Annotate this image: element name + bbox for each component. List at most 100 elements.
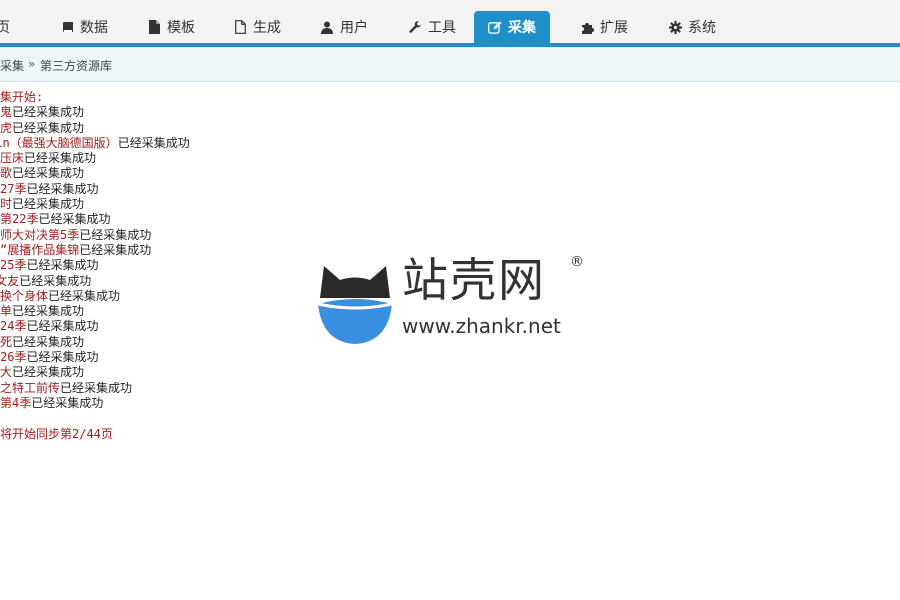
log-line: 第27季已经采集成功: [0, 182, 190, 197]
log-item-name: 第25季: [0, 258, 27, 273]
tab-users-label: 用户: [340, 20, 368, 36]
log-line: 老虎已经采集成功: [0, 121, 190, 136]
log-line: 简单已经采集成功: [0, 304, 190, 319]
log-line: 手之特工前传已经采集成功: [0, 381, 190, 396]
log-item-name: 简单: [0, 304, 13, 319]
log-item-status: 已经采集成功: [12, 334, 85, 349]
log-item-status: 已经采集成功: [12, 197, 85, 212]
tab-home-label: 首页: [0, 20, 10, 36]
log-item-status: 已经采集成功: [19, 273, 92, 288]
log-line: 行时已经采集成功: [0, 197, 190, 212]
watermark-brand: 站壳网: [402, 253, 546, 307]
watermark: 站壳网 www.zhankr.net ®: [316, 252, 596, 347]
log-item-name: ain（最强大脑德国版）: [0, 135, 118, 150]
log-item-name: 鬼压床: [0, 151, 25, 166]
log-gap: [0, 411, 190, 426]
edit-icon: [488, 20, 502, 34]
log-item-name: 之歌: [0, 166, 13, 181]
breadcrumb: 采集 » 第三方资源库: [0, 47, 900, 82]
log-line: 0女友已经采集成功: [0, 274, 190, 289]
log-line: 之死已经采集成功: [0, 335, 190, 350]
log-item-status: 已经采集成功: [26, 319, 99, 334]
log-line: 第25季已经采集成功: [0, 258, 190, 273]
log-item-status: 已经采集成功: [12, 105, 85, 120]
watermark-url: www.zhankr.net: [402, 314, 561, 338]
tab-tools-label: 工具: [428, 20, 456, 36]
log-line: 师第4季已经采集成功: [0, 396, 190, 411]
tab-system[interactable]: 系统: [668, 13, 716, 41]
log-item-status: 已经采集成功: [26, 350, 99, 365]
puzzle-icon: [580, 20, 594, 34]
log-item-name: 第27季: [0, 181, 27, 196]
user-icon: [320, 20, 334, 34]
log-footer: 即将开始同步第2/44页: [0, 426, 113, 441]
log-item-name: 老虎: [0, 120, 13, 135]
log-item-name: 师第4季: [0, 395, 32, 410]
log-item-name: 最大: [0, 365, 13, 380]
tab-tools[interactable]: 工具: [408, 13, 456, 41]
log-item-status: 已经采集成功: [12, 304, 85, 319]
log-item-name: 手之特工前传: [0, 380, 61, 395]
log-line: 第26季已经采集成功: [0, 350, 190, 365]
log-header: 采集开始:: [0, 90, 44, 104]
log-item-name: 花换个身体: [0, 288, 49, 303]
log-line: 鬼压床已经采集成功: [0, 151, 190, 166]
log-item-status: 已经采集成功: [26, 181, 99, 196]
file-icon: [147, 20, 161, 34]
breadcrumb-separator: »: [28, 57, 36, 71]
tab-generate-label: 生成: [253, 20, 281, 36]
log-item-status: 已经采集成功: [79, 227, 152, 242]
log-line: 第24季已经采集成功: [0, 319, 190, 334]
log-line: 梦”展播作品集锦已经采集成功: [0, 243, 190, 258]
tab-template[interactable]: 模板: [147, 13, 195, 41]
log-item-name: 妆师大对决第5季: [0, 227, 80, 242]
log-line: ain（最强大脑德国版）已经采集成功: [0, 136, 190, 151]
tab-extend[interactable]: 扩展: [580, 13, 628, 41]
log-item-status: 已经采集成功: [60, 380, 133, 395]
breadcrumb-current: 第三方资源库: [40, 59, 113, 73]
collect-log: 采集开始: 血鬼已经采集成功老虎已经采集成功ain（最强大脑德国版）已经采集成功…: [0, 90, 190, 442]
log-item-name: 0女友: [0, 273, 20, 288]
log-item-name: 第26季: [0, 350, 27, 365]
cat-logo-icon: [317, 266, 393, 344]
log-item-status: 已经采集成功: [26, 258, 99, 273]
watermark-text: 站壳网 www.zhankr.net: [402, 252, 561, 338]
tab-system-label: 系统: [688, 20, 716, 36]
tab-collect[interactable]: 采集: [474, 11, 550, 43]
log-item-name: 梦”展播作品集锦: [0, 242, 80, 257]
tab-template-label: 模板: [167, 20, 195, 36]
book-icon: [60, 20, 74, 34]
log-item-status: 已经采集成功: [12, 365, 85, 380]
log-line: 妆师大对决第5季已经采集成功: [0, 228, 190, 243]
log-line: 进第22季已经采集成功: [0, 212, 190, 227]
tab-data[interactable]: 数据: [60, 13, 108, 41]
log-item-status: 已经采集成功: [12, 120, 85, 135]
log-item-status: 已经采集成功: [31, 395, 104, 410]
log-item-status: 已经采集成功: [12, 166, 85, 181]
log-line: 血鬼已经采集成功: [0, 105, 190, 120]
breadcrumb-parent[interactable]: 采集: [0, 57, 24, 74]
log-item-status: 已经采集成功: [24, 151, 97, 166]
log-line: 花换个身体已经采集成功: [0, 289, 190, 304]
log-item-name: 行时: [0, 197, 13, 212]
tab-home[interactable]: 首页: [0, 13, 10, 41]
tab-extend-label: 扩展: [600, 20, 628, 36]
log-item-status: 已经采集成功: [38, 212, 111, 227]
gear-icon: [668, 20, 682, 34]
tab-collect-label: 采集: [508, 20, 536, 36]
log-line: 之歌已经采集成功: [0, 166, 190, 181]
log-item-status: 已经采集成功: [79, 242, 152, 257]
log-line: 最大已经采集成功: [0, 365, 190, 380]
top-navigation: 首页 数据 模板 生成 用户 工具 采集: [0, 0, 900, 47]
watermark-registered: ®: [570, 254, 584, 270]
file-outline-icon: [233, 20, 247, 34]
log-items: 血鬼已经采集成功老虎已经采集成功ain（最强大脑德国版）已经采集成功鬼压床已经采…: [0, 105, 190, 411]
tab-generate[interactable]: 生成: [233, 13, 281, 41]
log-item-name: 进第22季: [0, 212, 39, 227]
tab-data-label: 数据: [80, 20, 108, 36]
log-item-status: 已经采集成功: [117, 135, 190, 150]
log-item-name: 之死: [0, 334, 13, 349]
log-item-name: 第24季: [0, 319, 27, 334]
tab-users[interactable]: 用户: [320, 13, 368, 41]
wrench-icon: [408, 20, 422, 34]
